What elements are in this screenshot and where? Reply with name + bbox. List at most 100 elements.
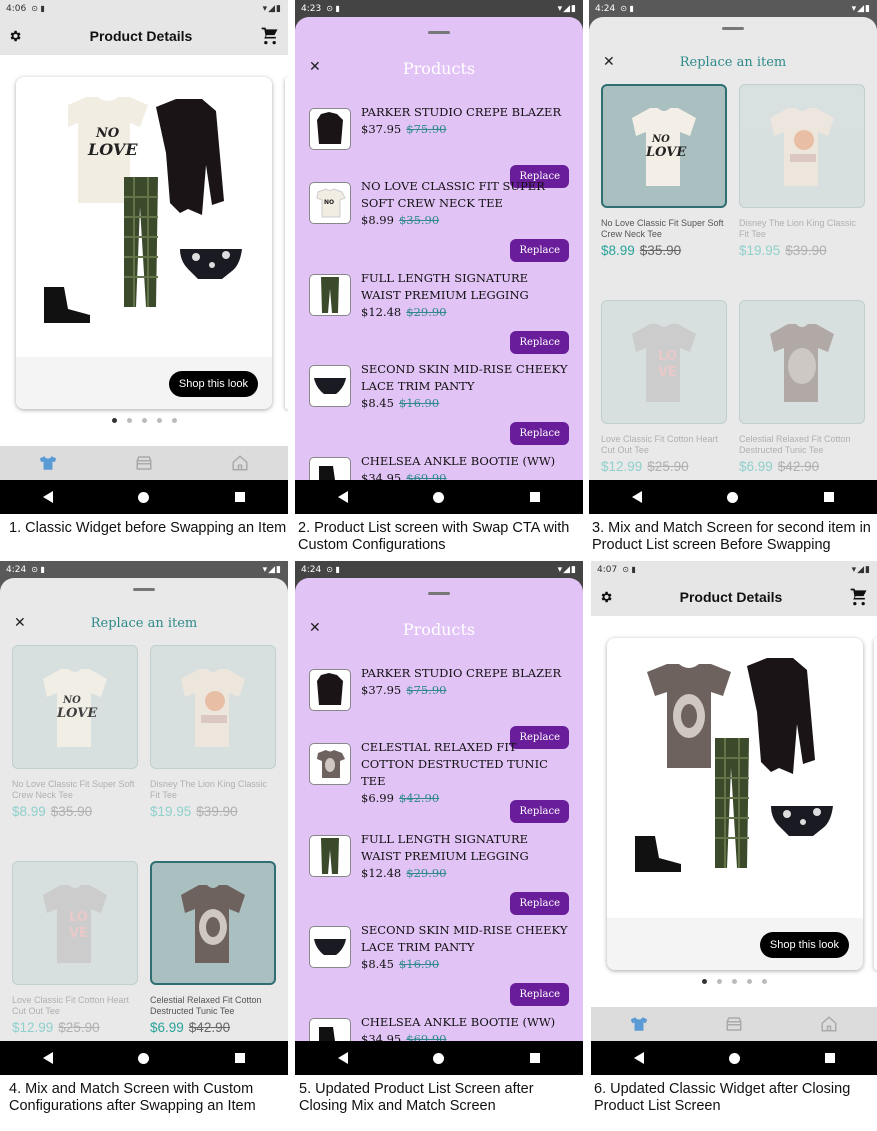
home-tab-icon[interactable] (231, 454, 249, 472)
home-icon[interactable] (138, 491, 150, 503)
home-icon[interactable] (433, 491, 445, 503)
drag-handle[interactable] (428, 31, 450, 34)
svg-text:NO: NO (95, 126, 120, 141)
product-thumbnail (309, 669, 351, 711)
product-tile[interactable]: LO VE Love Classic Fit Cotton Heart Cut O… (12, 861, 138, 1035)
home-icon[interactable] (728, 1052, 740, 1064)
home-icon[interactable] (138, 1052, 150, 1064)
drag-handle[interactable] (722, 27, 744, 30)
store-tab-icon[interactable] (135, 454, 153, 472)
svg-text:VE: VE (658, 365, 677, 380)
replace-button[interactable]: Replace (510, 331, 569, 354)
drag-handle[interactable] (133, 588, 155, 591)
android-nav-bar (591, 1041, 877, 1075)
bottom-tab-bar (0, 446, 288, 480)
signal-battery-icon: ▾◢▮ (262, 3, 282, 14)
product-price: $34.95 $69.90 (361, 1032, 447, 1041)
back-icon[interactable] (631, 491, 642, 503)
recents-icon[interactable] (824, 1053, 835, 1063)
shop-this-look-button[interactable]: Shop this look (168, 371, 258, 397)
product-name: CHELSEA ANKLE BOOTIE (WW) $34.95 $69.90 (361, 453, 571, 480)
product-price: $12.48 $29.90 (361, 305, 447, 319)
home-tab-icon[interactable] (820, 1015, 838, 1033)
tile-price: $19.95 $39.90 (739, 243, 827, 258)
product-tile[interactable]: Celestial Relaxed Fit Cotton Destructed … (739, 300, 865, 474)
shop-this-look-button[interactable]: Shop this look (759, 932, 849, 958)
product-tile[interactable]: Disney The Lion King Classic Fit Tee $19… (739, 84, 865, 258)
product-tile[interactable]: Disney The Lion King Classic Fit Tee $19… (150, 645, 276, 819)
carousel-dot[interactable] (731, 979, 737, 984)
recents-icon[interactable] (235, 1053, 246, 1063)
tile-image (739, 84, 865, 208)
tile-price: $6.99 $42.90 (150, 1020, 231, 1035)
signal-battery-icon: ▾◢▮ (262, 564, 282, 575)
list-item: FULL LENGTH SIGNATURE WAIST PREMIUM LEGG… (307, 268, 571, 354)
product-name: NO LOVE CLASSIC FIT SUPER SOFT CREW NECK… (361, 179, 545, 227)
caption-2: 2. Product List screen with Swap CTA wit… (298, 520, 570, 553)
replace-button[interactable]: Replace (510, 800, 569, 823)
tile-price: $6.99 $42.90 (739, 459, 820, 474)
replace-button[interactable]: Replace (510, 983, 569, 1006)
carousel-dot[interactable] (746, 979, 752, 984)
product-tile[interactable]: NO LOVE No Love Classic Fit Super Soft Cr… (601, 84, 727, 258)
settings-gear-icon[interactable] (8, 29, 22, 43)
shirt-tab-icon[interactable] (39, 455, 57, 471)
carousel-dot[interactable] (171, 418, 177, 423)
tile-image: LO VE (12, 861, 138, 985)
drag-handle[interactable] (428, 592, 450, 595)
tile-name: Celestial Relaxed Fit Cotton Destructed … (150, 995, 262, 1016)
svg-text:LOVE: LOVE (56, 706, 98, 721)
product-thumbnail (309, 108, 351, 150)
android-nav-bar (589, 480, 877, 514)
tile-image: LO VE (601, 300, 727, 424)
tile-name: No Love Classic Fit Super Soft Crew Neck… (12, 779, 135, 800)
svg-text:LO: LO (658, 349, 677, 364)
recents-icon[interactable] (235, 492, 246, 502)
carousel-dot[interactable] (126, 418, 132, 423)
back-icon[interactable] (337, 1052, 348, 1064)
replace-button[interactable]: Replace (510, 239, 569, 262)
carousel-dot[interactable] (716, 979, 722, 984)
product-price: $34.95 $69.90 (361, 471, 447, 480)
replace-button[interactable]: Replace (510, 422, 569, 445)
product-name: SECOND SKIN MID-RISE CHEEKY LACE TRIM PA… (361, 923, 568, 971)
status-icons: ⊙ ▮ (326, 4, 340, 13)
svg-text:LO: LO (69, 910, 88, 925)
home-icon[interactable] (727, 491, 739, 503)
back-icon[interactable] (633, 1052, 644, 1064)
settings-gear-icon[interactable] (599, 590, 613, 604)
look-card[interactable]: NO LOVE Shop this look (16, 77, 272, 409)
page-title: Product Details (89, 28, 193, 44)
tile-name: Disney The Lion King Classic Fit Tee (150, 779, 267, 800)
look-card[interactable]: Shop this look (607, 638, 863, 970)
product-tile-selected[interactable]: Celestial Relaxed Fit Cotton Destructed … (150, 861, 276, 1035)
caption-5: 5. Updated Product List Screen after Clo… (299, 1081, 534, 1114)
carousel-dot[interactable] (141, 418, 147, 423)
replace-button[interactable]: Replace (510, 892, 569, 915)
carousel-dot[interactable] (701, 979, 707, 984)
carousel-dot[interactable] (111, 418, 117, 423)
tile-price: $19.95 $39.90 (150, 804, 238, 819)
cart-icon[interactable] (260, 26, 280, 46)
shirt-tab-icon[interactable] (630, 1016, 648, 1032)
product-name: PARKER STUDIO CREPE BLAZER $37.95 $75.90 (361, 666, 562, 697)
product-thumbnail: NO (309, 182, 351, 224)
recents-icon[interactable] (824, 492, 835, 502)
cart-icon[interactable] (849, 587, 869, 607)
carousel-dot[interactable] (156, 418, 162, 423)
back-icon[interactable] (337, 491, 348, 503)
back-icon[interactable] (42, 1052, 53, 1064)
product-tile[interactable]: NO LOVE No Love Classic Fit Super Soft Cr… (12, 645, 138, 819)
carousel-dot[interactable] (761, 979, 767, 984)
recents-icon[interactable] (530, 1053, 541, 1063)
back-icon[interactable] (42, 491, 53, 503)
tile-image (150, 861, 276, 985)
status-bar: 4:24 ⊙ ▮ ▾◢▮ (589, 0, 877, 17)
home-icon[interactable] (433, 1052, 445, 1064)
signal-battery-icon: ▾◢▮ (851, 3, 871, 14)
android-nav-bar (295, 1041, 583, 1075)
store-tab-icon[interactable] (725, 1015, 743, 1033)
recents-icon[interactable] (530, 492, 541, 502)
replace-item-sheet: ✕ Replace an item NO LOVE No Love Classic… (0, 578, 288, 1041)
product-tile[interactable]: LO VE Love Classic Fit Cotton Heart Cut O… (601, 300, 727, 474)
